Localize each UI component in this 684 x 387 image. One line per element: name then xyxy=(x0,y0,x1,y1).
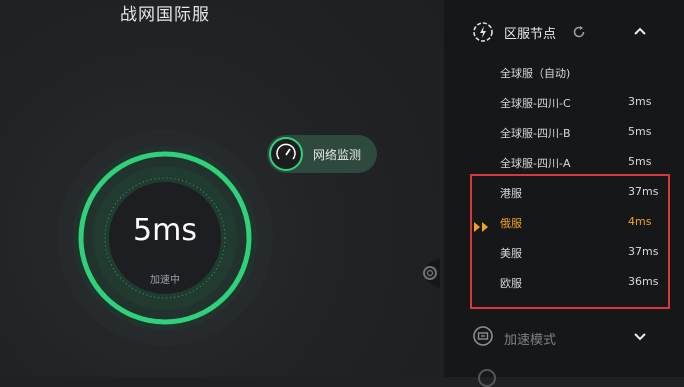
node-name: 全球服-四川-C xyxy=(500,97,571,110)
node-panel-header[interactable]: 区服节点 xyxy=(444,14,684,50)
node-name: 全球服-四川-B xyxy=(500,127,571,140)
partial-icon xyxy=(478,369,496,387)
node-latency: 5ms xyxy=(628,155,652,168)
acceleration-status: 加速中 xyxy=(150,275,180,286)
latency-ring xyxy=(40,113,290,363)
node-item-sichuan-b[interactable]: 全球服-四川-B 5ms xyxy=(444,120,684,146)
refresh-icon[interactable] xyxy=(572,24,586,43)
gear-icon[interactable] xyxy=(418,258,440,288)
mode-icon xyxy=(472,325,494,351)
node-name: 全球服-四川-A xyxy=(500,157,571,170)
node-name: 全球服（自动) xyxy=(500,67,571,80)
chevron-down-icon[interactable] xyxy=(632,328,648,348)
latency-value: 5ms xyxy=(133,213,197,248)
gauge-icon xyxy=(269,137,303,171)
highlight-box xyxy=(470,174,670,309)
node-item-sichuan-a[interactable]: 全球服-四川-A 5ms xyxy=(444,150,684,176)
acceleration-mode-header[interactable]: 加速模式 xyxy=(444,320,684,354)
node-panel: 区服节点 全球服（自动) 全球服-四川-C 3ms 全球服-四川-B 5ms 全… xyxy=(444,0,684,387)
network-monitor-button[interactable]: 网络监测 xyxy=(267,135,377,173)
acceleration-mode-title: 加速模式 xyxy=(504,333,557,348)
node-panel-title: 区服节点 xyxy=(504,27,557,42)
game-panel: 战网国际服 5ms 加速中 网络监测 xyxy=(0,0,444,377)
chevron-up-icon[interactable] xyxy=(632,23,648,43)
node-latency: 5ms xyxy=(628,125,652,138)
node-item-sichuan-c[interactable]: 全球服-四川-C 3ms xyxy=(444,90,684,116)
globe-icon xyxy=(472,21,494,47)
network-monitor-label: 网络监测 xyxy=(313,148,362,162)
node-item-global-auto[interactable]: 全球服（自动) xyxy=(444,60,684,86)
node-latency: 3ms xyxy=(628,95,652,108)
